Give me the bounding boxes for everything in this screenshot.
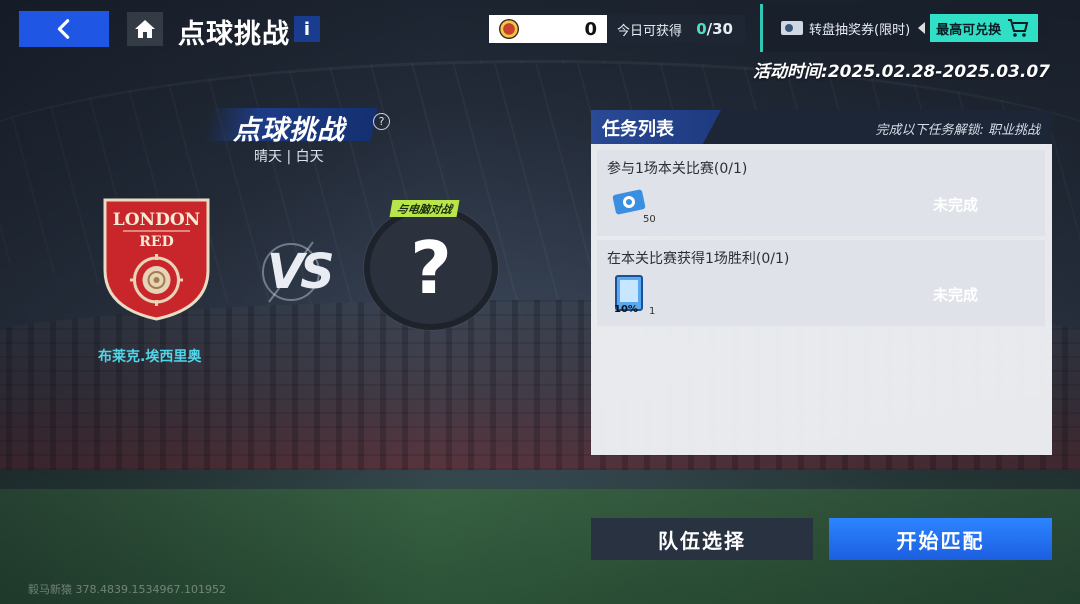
- home-icon: [135, 20, 155, 38]
- weather-info: 晴天 | 白天: [254, 149, 324, 165]
- reward-qty: 50: [643, 214, 656, 225]
- promo-text: 转盘抽奖券(限时): [809, 22, 911, 38]
- page-title: 点球挑战: [178, 19, 290, 50]
- task-panel: 任务列表 完成以下任务解锁: 职业挑战 参与1场本关比赛(0/1) 50 未完成…: [591, 110, 1052, 455]
- back-button[interactable]: [19, 11, 109, 47]
- currency-counter: 0 今日可获得 0/30: [489, 15, 745, 43]
- ticket-reward-icon[interactable]: [611, 186, 647, 222]
- task-header: 任务列表 完成以下任务解锁: 职业挑战: [591, 110, 1052, 144]
- svg-text:RED: RED: [139, 234, 173, 250]
- vs-label: VS: [267, 244, 335, 300]
- arrow-left-icon: [918, 22, 926, 34]
- daily-label: 今日可获得: [617, 23, 683, 39]
- reward-qty: 1: [649, 306, 656, 317]
- currency-value: 0: [584, 18, 597, 40]
- mode-title: 点球挑战: [233, 115, 345, 146]
- svg-text:LONDON: LONDON: [113, 210, 200, 230]
- home-button[interactable]: [127, 12, 163, 46]
- cart-icon: [1008, 19, 1029, 37]
- info-button[interactable]: i: [294, 16, 320, 42]
- build-watermark: 毅马新猿 378.4839.1534967.101952: [28, 583, 226, 596]
- daily-count: 0/30: [696, 20, 733, 38]
- opponent-avatar: ?: [364, 206, 498, 330]
- ticket-icon: [781, 21, 803, 35]
- task-title: 在本关比赛获得1场胜利(0/1): [607, 251, 790, 267]
- team-select-button[interactable]: 队伍选择: [591, 518, 813, 560]
- redeem-label: 最高可兑换: [936, 22, 1002, 38]
- help-icon[interactable]: ?: [373, 113, 390, 130]
- unlock-hint: 完成以下任务解锁: 职业挑战: [875, 123, 1040, 138]
- event-time: 活动时间:2025.02.28-2025.03.07: [753, 62, 1050, 82]
- start-match-button[interactable]: 开始匹配: [829, 518, 1052, 560]
- reward-badge: 10%: [614, 304, 638, 315]
- redeem-button[interactable]: 最高可兑换: [930, 14, 1039, 42]
- task-item: 参与1场本关比赛(0/1) 50 未完成: [597, 150, 1045, 236]
- home-player-name: 布莱克.埃西里奥: [98, 349, 202, 365]
- task-item: 在本关比赛获得1场胜利(0/1) 10% 1 未完成: [597, 240, 1045, 326]
- lottery-ticket-promo[interactable]: 转盘抽奖券(限时) 最高可兑换: [760, 4, 1048, 52]
- task-list-title: 任务列表: [602, 119, 674, 140]
- vs-computer-tag: 与电脑对战: [389, 200, 460, 217]
- task-status: 未完成: [933, 196, 979, 214]
- coin-icon: [499, 19, 519, 39]
- chevron-left-icon: [57, 19, 70, 39]
- opponent-unknown-icon: ?: [410, 226, 452, 310]
- club-badge: LONDON RED: [103, 198, 210, 321]
- task-title: 参与1场本关比赛(0/1): [607, 161, 748, 177]
- task-status: 未完成: [933, 286, 979, 304]
